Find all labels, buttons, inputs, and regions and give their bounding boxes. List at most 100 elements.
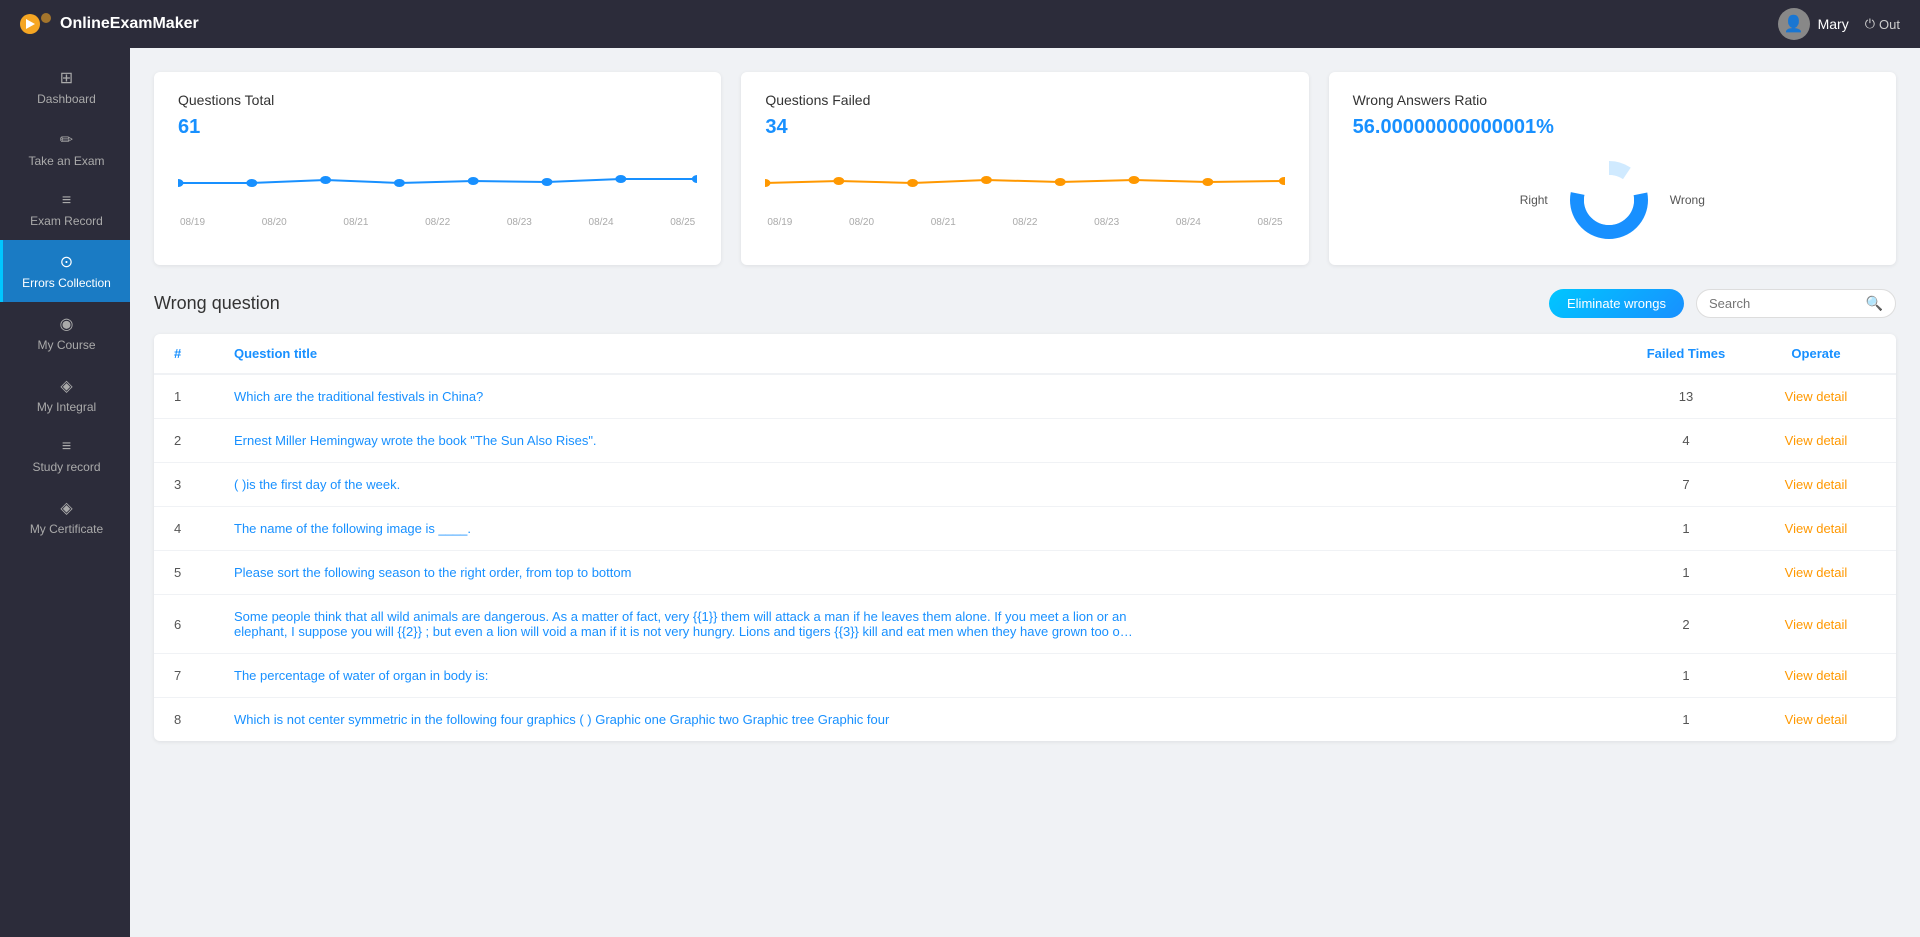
table-row: 6 Some people think that all wild animal… (154, 595, 1896, 654)
cell-num: 7 (174, 668, 234, 683)
cell-num: 1 (174, 389, 234, 404)
view-detail-button[interactable]: View detail (1756, 521, 1876, 536)
sidebar-label-my-course: My Course (37, 338, 95, 352)
avatar: 👤 (1778, 8, 1810, 40)
wrong-question-section: Wrong question Eliminate wrongs 🔍 # Ques… (154, 289, 1896, 741)
sidebar-label-take-exam: Take an Exam (28, 154, 104, 168)
donut-right-label-container: Wrong (1670, 193, 1705, 207)
cell-title[interactable]: Please sort the following season to the … (234, 565, 1134, 580)
eliminate-wrongs-button[interactable]: Eliminate wrongs (1549, 289, 1684, 318)
power-icon: ⏻ (1865, 16, 1875, 32)
view-detail-button[interactable]: View detail (1756, 565, 1876, 580)
cell-failed: 1 (1616, 521, 1756, 536)
questions-table: # Question title Failed Times Operate 1 … (154, 334, 1896, 741)
table-body: 1 Which are the traditional festivals in… (154, 375, 1896, 741)
sidebar-item-my-course[interactable]: ◉ My Course (0, 302, 130, 364)
cell-title[interactable]: Which are the traditional festivals in C… (234, 389, 1134, 404)
take-exam-icon: ✏ (60, 130, 73, 150)
cell-num: 8 (174, 712, 234, 727)
questions-total-title: Questions Total (178, 92, 697, 108)
wrong-ratio-value: 56.00000000000001% (1353, 116, 1872, 139)
section-actions: Eliminate wrongs 🔍 (1549, 289, 1896, 318)
sidebar-label-errors-collection: Errors Collection (22, 276, 111, 290)
my-course-icon: ◉ (60, 314, 74, 334)
cell-num: 6 (174, 617, 234, 632)
sidebar-label-my-certificate: My Certificate (30, 522, 103, 536)
user-name: Mary (1818, 16, 1849, 32)
sidebar-label-study-record: Study record (32, 460, 100, 474)
table-row: 4 The name of the following image is ___… (154, 507, 1896, 551)
search-input[interactable] (1709, 296, 1860, 311)
sidebar-item-study-record[interactable]: ≡ Study record (0, 426, 130, 486)
study-record-icon: ≡ (62, 438, 71, 456)
stat-card-questions-failed: Questions Failed 34 (741, 72, 1308, 265)
logo: OnlineExamMaker (20, 8, 199, 40)
sidebar-item-my-certificate[interactable]: ◈ My Certificate (0, 486, 130, 548)
table-row: 7 The percentage of water of organ in bo… (154, 654, 1896, 698)
col-header-title: Question title (234, 346, 1616, 361)
logo-icon (20, 8, 52, 40)
cell-title[interactable]: The name of the following image is ____. (234, 521, 1134, 536)
cell-title[interactable]: ( )is the first day of the week. (234, 477, 1134, 492)
dashboard-icon: ⊞ (60, 68, 73, 88)
wrong-label: Wrong (1670, 193, 1705, 207)
section-header: Wrong question Eliminate wrongs 🔍 (154, 289, 1896, 318)
stats-row: Questions Total 61 (154, 72, 1896, 265)
table-row: 1 Which are the traditional festivals in… (154, 375, 1896, 419)
cell-title[interactable]: The percentage of water of organ in body… (234, 668, 1134, 683)
search-box[interactable]: 🔍 (1696, 289, 1896, 318)
cell-failed: 1 (1616, 712, 1756, 727)
table-row: 8 Which is not center symmetric in the f… (154, 698, 1896, 741)
cell-title[interactable]: Some people think that all wild animals … (234, 609, 1134, 639)
col-header-num: # (174, 346, 234, 361)
view-detail-button[interactable]: View detail (1756, 668, 1876, 683)
app-name: OnlineExamMaker (60, 15, 199, 33)
sidebar-item-my-integral[interactable]: ◈ My Integral (0, 364, 130, 426)
view-detail-button[interactable]: View detail (1756, 477, 1876, 492)
topnav-right: 👤 Mary ⏻ Out (1778, 8, 1900, 40)
cell-title[interactable]: Which is not center symmetric in the fol… (234, 712, 1134, 727)
table-row: 2 Ernest Miller Hemingway wrote the book… (154, 419, 1896, 463)
my-certificate-icon: ◈ (60, 498, 72, 518)
sidebar: ⊞ Dashboard ✏ Take an Exam ≡ Exam Record… (0, 48, 130, 937)
section-title: Wrong question (154, 293, 280, 314)
signout-button[interactable]: ⏻ Out (1865, 16, 1900, 32)
cell-failed: 2 (1616, 617, 1756, 632)
cell-failed: 13 (1616, 389, 1756, 404)
view-detail-button[interactable]: View detail (1756, 389, 1876, 404)
questions-total-chart (178, 155, 697, 215)
col-header-failed: Failed Times (1616, 346, 1756, 361)
sidebar-item-errors-collection[interactable]: ⊙ Errors Collection (0, 240, 130, 302)
main-content: Questions Total 61 (130, 48, 1920, 937)
table-header-row: # Question title Failed Times Operate (154, 334, 1896, 375)
questions-total-xaxis: 08/19 08/20 08/21 08/22 08/23 08/24 08/2… (178, 217, 697, 228)
search-icon: 🔍 (1866, 295, 1883, 312)
donut-chart-container: Right Wrong (1353, 155, 1872, 245)
table-row: 5 Please sort the following season to th… (154, 551, 1896, 595)
exam-record-icon: ≡ (62, 192, 71, 210)
questions-total-value: 61 (178, 116, 697, 139)
sidebar-label-dashboard: Dashboard (37, 92, 96, 106)
view-detail-button[interactable]: View detail (1756, 712, 1876, 727)
cell-failed: 4 (1616, 433, 1756, 448)
my-integral-icon: ◈ (60, 376, 72, 396)
layout: ⊞ Dashboard ✏ Take an Exam ≡ Exam Record… (0, 48, 1920, 937)
questions-failed-xaxis: 08/19 08/20 08/21 08/22 08/23 08/24 08/2… (765, 217, 1284, 228)
cell-title[interactable]: Ernest Miller Hemingway wrote the book "… (234, 433, 1134, 448)
user-info[interactable]: 👤 Mary (1778, 8, 1849, 40)
sidebar-item-take-exam[interactable]: ✏ Take an Exam (0, 118, 130, 180)
view-detail-button[interactable]: View detail (1756, 617, 1876, 632)
questions-failed-value: 34 (765, 116, 1284, 139)
wrong-ratio-title: Wrong Answers Ratio (1353, 92, 1872, 108)
stat-card-questions-total: Questions Total 61 (154, 72, 721, 265)
sidebar-item-dashboard[interactable]: ⊞ Dashboard (0, 56, 130, 118)
sidebar-item-exam-record[interactable]: ≡ Exam Record (0, 180, 130, 240)
questions-failed-title: Questions Failed (765, 92, 1284, 108)
questions-failed-chart (765, 155, 1284, 215)
cell-num: 5 (174, 565, 234, 580)
cell-failed: 7 (1616, 477, 1756, 492)
signout-label: Out (1879, 17, 1900, 32)
view-detail-button[interactable]: View detail (1756, 433, 1876, 448)
sidebar-label-my-integral: My Integral (37, 400, 96, 414)
donut-chart (1564, 155, 1654, 245)
